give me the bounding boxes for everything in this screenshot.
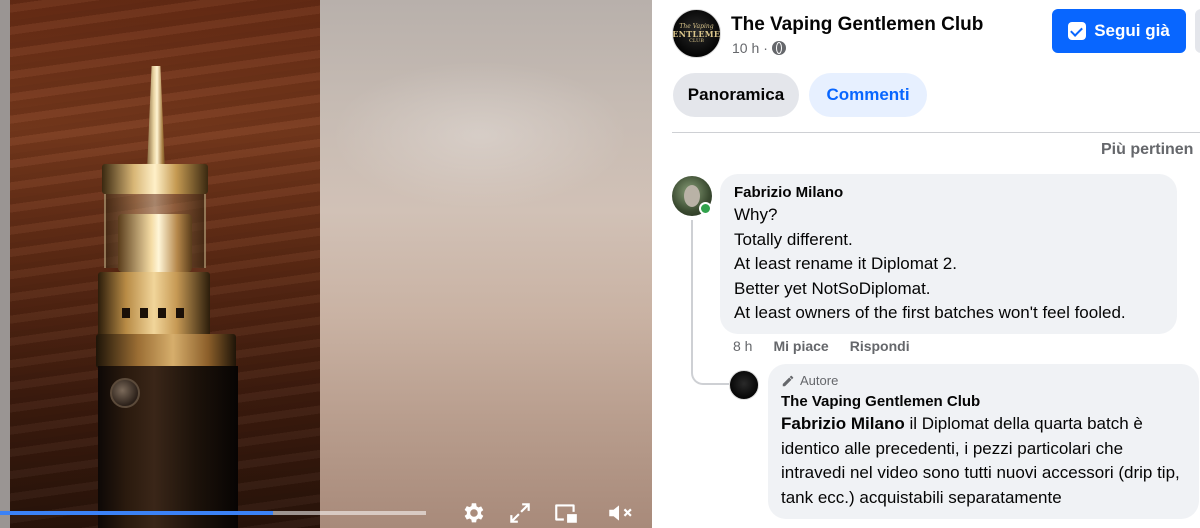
reply-author-link[interactable]: The Vaping Gentlemen Club [781, 392, 1186, 412]
video-frame-blur [320, 0, 652, 528]
author-badge-label: Autore [800, 373, 839, 388]
following-button-label: Segui già [1094, 21, 1170, 40]
settings-icon[interactable] [459, 499, 487, 527]
comment-bubble: Fabrizio Milano Why? Totally different. … [720, 174, 1177, 334]
page-name-link[interactable]: The Vaping Gentlemen Club [731, 14, 983, 36]
comment-author-link[interactable]: Fabrizio Milano [734, 183, 1163, 203]
page-avatar[interactable]: The Vaping GENTLEMEN CLUB [672, 9, 721, 58]
post-panel: The Vaping GENTLEMEN CLUB The Vaping Gen… [652, 0, 1200, 528]
comment-text-line: Why? [734, 205, 778, 224]
divider [672, 132, 1200, 133]
comment-time[interactable]: 8 h [733, 338, 752, 354]
following-button[interactable]: Segui già [1052, 9, 1186, 53]
more-options-button[interactable] [1195, 9, 1200, 53]
reply-bubble: Autore The Vaping Gentlemen Club Fabrizi… [768, 364, 1199, 519]
comment-sort-dropdown[interactable]: Più pertinen [1101, 141, 1193, 159]
comment-text-line: At least rename it Diplomat 2. [734, 254, 957, 273]
globe-icon [771, 41, 786, 55]
comment-actions: 8 h Mi piace Rispondi [733, 338, 910, 354]
reply-comment-link[interactable]: Rispondi [850, 338, 910, 354]
online-status-dot [699, 202, 712, 215]
mention-link[interactable]: Fabrizio Milano [781, 414, 905, 433]
comment-text-line: Totally different. [734, 229, 853, 249]
check-icon [1068, 22, 1087, 40]
picture-in-picture-icon[interactable] [552, 499, 580, 527]
tab-comments[interactable]: Commenti [809, 73, 927, 117]
meta-separator: · [763, 40, 768, 56]
video-player[interactable] [0, 0, 652, 528]
avatar-logo-text: GENTLEMEN [672, 29, 721, 39]
tab-overview[interactable]: Panoramica [673, 73, 799, 117]
post-meta: 10 h · [732, 40, 786, 56]
muted-speaker-icon[interactable] [605, 499, 633, 527]
reply-author-avatar[interactable] [729, 370, 759, 400]
comment-text-line: At least owners of the first batches won… [734, 303, 1126, 322]
author-badge: Autore [781, 372, 1186, 389]
video-progress-bar[interactable] [0, 511, 426, 515]
avatar-logo-text: CLUB [689, 38, 704, 44]
like-comment-link[interactable]: Mi piace [773, 338, 828, 354]
video-progress-fill [0, 511, 273, 515]
expand-icon[interactable] [506, 499, 534, 527]
reply-text: Fabrizio Milano il Diplomat della quarta… [781, 412, 1186, 510]
pencil-icon [782, 375, 794, 386]
post-time[interactable]: 10 h [732, 40, 759, 56]
video-frame-edge [0, 0, 10, 528]
comment-text-line: Better yet NotSoDiplomat. [734, 278, 931, 298]
